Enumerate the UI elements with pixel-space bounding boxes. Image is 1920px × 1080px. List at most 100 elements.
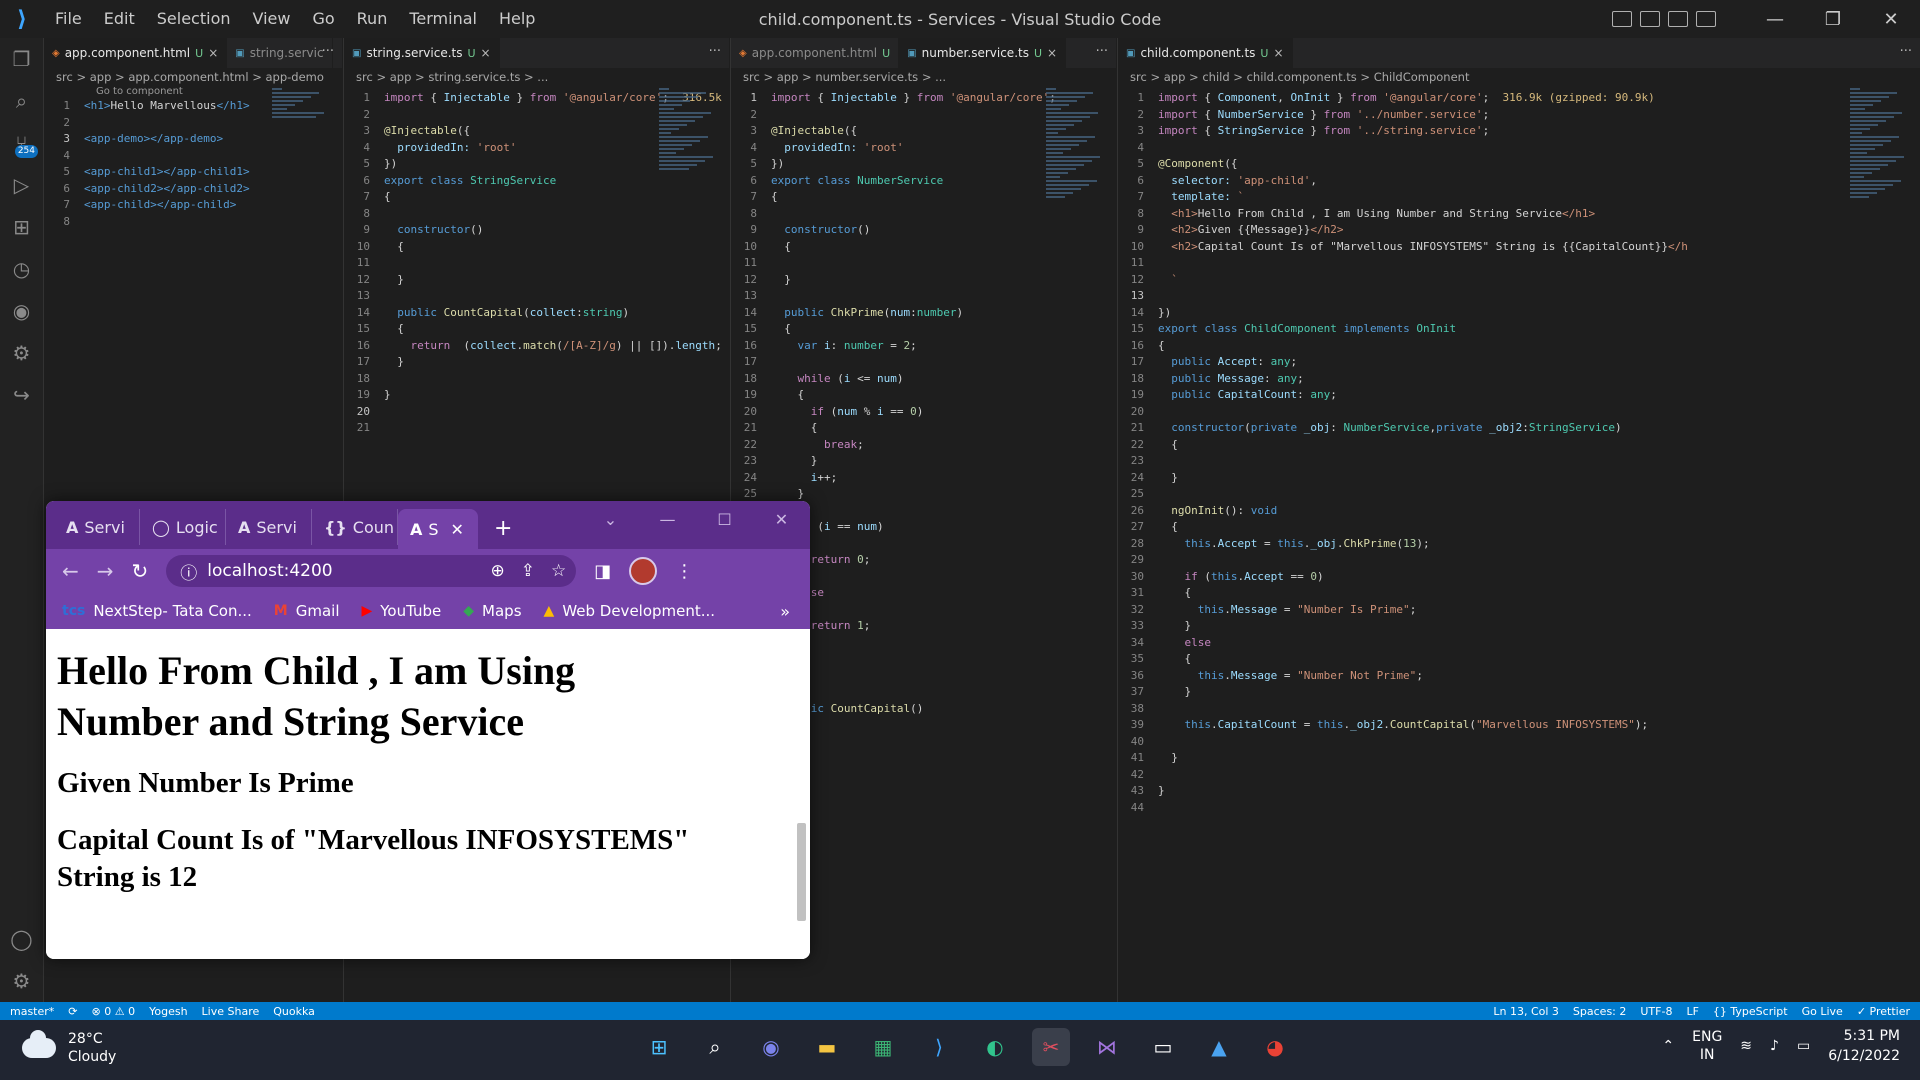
search-taskbar-icon[interactable]: ⌕ — [696, 1028, 734, 1066]
more-actions-icon[interactable]: ··· — [322, 44, 334, 59]
breadcrumb[interactable]: src > app > child > child.component.ts >… — [1118, 68, 1920, 86]
manage-gear-icon[interactable]: ⚙ — [0, 960, 43, 1002]
minimap[interactable] — [272, 86, 332, 206]
new-tab-icon[interactable]: + — [494, 516, 512, 541]
menu-go[interactable]: Go — [301, 0, 345, 38]
status-item[interactable]: master* — [10, 1005, 54, 1018]
excel-icon[interactable]: ▦ — [864, 1028, 902, 1066]
zoom-icon[interactable]: ⊕ — [491, 561, 505, 581]
status-item[interactable]: Spaces: 2 — [1573, 1005, 1626, 1018]
edge-icon[interactable]: ◐ — [976, 1028, 1014, 1066]
status-item[interactable]: ⊗ 0 ⚠ 0 — [92, 1005, 136, 1018]
extensions-icon[interactable]: ⊞ — [0, 206, 43, 248]
bookmark-item[interactable]: M Gmail — [274, 602, 340, 620]
visual-studio-icon[interactable]: ⋈ — [1088, 1028, 1126, 1066]
back-icon[interactable]: ← — [62, 559, 79, 583]
status-item[interactable]: Ln 13, Col 3 — [1493, 1005, 1559, 1018]
browser-tab[interactable]: ◯ Logic — [140, 509, 226, 545]
github-icon[interactable]: ◉ — [0, 290, 43, 332]
wifi-icon[interactable]: ≋ — [1740, 1038, 1752, 1054]
menu-terminal[interactable]: Terminal — [398, 0, 488, 38]
language-indicator[interactable]: ENG IN — [1692, 1028, 1722, 1064]
browser-tab[interactable]: {} Coun — [312, 509, 398, 545]
minimap[interactable] — [1046, 86, 1106, 206]
breadcrumb[interactable]: src > app > app.component.html > app-dem… — [44, 68, 342, 86]
snipping-tool-icon[interactable]: ✂ — [1032, 1028, 1070, 1066]
browser-tab[interactable]: A Servi — [54, 509, 140, 545]
close-window-button[interactable]: ✕ — [1862, 0, 1920, 38]
minimap[interactable] — [659, 86, 719, 206]
editor-tab[interactable]: ▣ string.servic — [227, 38, 333, 68]
menu-selection[interactable]: Selection — [146, 0, 242, 38]
browser-minimize-button[interactable]: — — [639, 501, 696, 537]
clock[interactable]: 5:31 PM 6/12/2022 — [1828, 1026, 1900, 1066]
live-share-icon[interactable]: ↪ — [0, 374, 43, 416]
scrollbar-thumb[interactable] — [797, 823, 806, 921]
status-item[interactable]: LF — [1686, 1005, 1698, 1018]
breadcrumb[interactable]: src > app > string.service.ts > ... — [344, 68, 729, 86]
editor-tab[interactable]: ▣ number.service.ts U × — [899, 38, 1067, 68]
menu-edit[interactable]: Edit — [93, 0, 146, 38]
browser-close-button[interactable]: ✕ — [753, 501, 810, 537]
run-debug-icon[interactable]: ▷ — [0, 164, 43, 206]
search-icon[interactable]: ⌕ — [0, 80, 43, 122]
status-item[interactable]: Quokka — [273, 1005, 315, 1018]
editor-tab[interactable]: ▣ string.service.ts U × — [344, 38, 500, 68]
forward-icon[interactable]: → — [97, 559, 114, 583]
terminal-icon[interactable]: ▭ — [1144, 1028, 1182, 1066]
explorer-icon[interactable]: ❐ — [0, 38, 43, 80]
weather-widget[interactable]: 28°C Cloudy — [22, 1030, 116, 1066]
minimap[interactable] — [1850, 86, 1910, 206]
profile-avatar[interactable] — [629, 557, 658, 585]
battery-icon[interactable]: ▭ — [1797, 1038, 1810, 1054]
source-control-icon[interactable]: ⑂ 254 — [0, 122, 43, 164]
status-item[interactable]: Go Live — [1802, 1005, 1843, 1018]
close-tab-icon[interactable]: × — [481, 46, 491, 60]
toggle-sidebar-icon[interactable] — [1612, 11, 1632, 27]
photos-icon[interactable]: ▲ — [1200, 1028, 1238, 1066]
editor-tab[interactable]: ▣ child.component.ts U × — [1118, 38, 1293, 68]
share-icon[interactable]: ⇪ — [521, 561, 535, 581]
breadcrumb[interactable]: src > app > number.service.ts > ... — [731, 68, 1116, 86]
side-panel-icon[interactable]: ◨ — [594, 561, 611, 582]
close-tab-icon[interactable]: × — [1273, 46, 1283, 60]
menu-file[interactable]: File — [44, 0, 93, 38]
browser-tab[interactable]: A Servi — [226, 509, 312, 545]
bookmark-item[interactable]: ◆ Maps — [463, 602, 521, 620]
tab-search-icon[interactable]: ⌄ — [582, 501, 639, 537]
reload-icon[interactable]: ↻ — [132, 559, 149, 583]
code-editor[interactable]: 1 import { Component, OnInit } from '@ang… — [1118, 90, 1920, 816]
more-actions-icon[interactable]: ··· — [1096, 44, 1108, 59]
teams-chat-icon[interactable]: ◉ — [752, 1028, 790, 1066]
address-bar[interactable]: ⓘ localhost:4200 ⊕ ⇪ ☆ — [166, 555, 577, 587]
more-bookmarks-icon[interactable]: » — [780, 602, 790, 621]
show-hidden-icons-icon[interactable]: ⌃ — [1662, 1038, 1674, 1054]
chrome-taskbar-icon[interactable]: ◕ — [1256, 1028, 1294, 1066]
more-actions-icon[interactable]: ··· — [1900, 44, 1912, 59]
close-browser-tab-icon[interactable]: ✕ — [451, 520, 464, 539]
status-item[interactable]: {} TypeScript — [1713, 1005, 1788, 1018]
start-icon[interactable]: ⊞ — [640, 1028, 678, 1066]
toggle-panel-icon[interactable] — [1640, 11, 1660, 27]
status-item[interactable]: Yogesh — [149, 1005, 187, 1018]
site-info-icon[interactable]: ⓘ — [180, 559, 197, 584]
menu-view[interactable]: View — [242, 0, 302, 38]
account-icon[interactable]: ◯ — [0, 918, 43, 960]
toggle-secondary-sidebar-icon[interactable] — [1668, 11, 1688, 27]
page-scrollbar[interactable] — [796, 633, 808, 955]
more-actions-icon[interactable]: ··· — [709, 44, 721, 59]
volume-icon[interactable]: ♪ — [1770, 1038, 1779, 1054]
status-item[interactable]: Live Share — [202, 1005, 260, 1018]
editor-tab[interactable]: ◈ app.component.html U × — [44, 38, 228, 68]
file-explorer-icon[interactable]: ▬ — [808, 1028, 846, 1066]
timeline-icon[interactable]: ◷ — [0, 248, 43, 290]
restore-button[interactable]: ❐ — [1804, 0, 1862, 38]
status-item[interactable]: ⟳ — [68, 1005, 77, 1018]
browser-maximize-button[interactable]: ☐ — [696, 501, 753, 537]
minimize-button[interactable]: — — [1746, 0, 1804, 38]
bookmark-star-icon[interactable]: ☆ — [551, 561, 566, 581]
menu-help[interactable]: Help — [488, 0, 546, 38]
status-item[interactable]: UTF-8 — [1640, 1005, 1672, 1018]
close-tab-icon[interactable]: × — [208, 46, 218, 60]
settings-sync-icon[interactable]: ⚙ — [0, 332, 43, 374]
